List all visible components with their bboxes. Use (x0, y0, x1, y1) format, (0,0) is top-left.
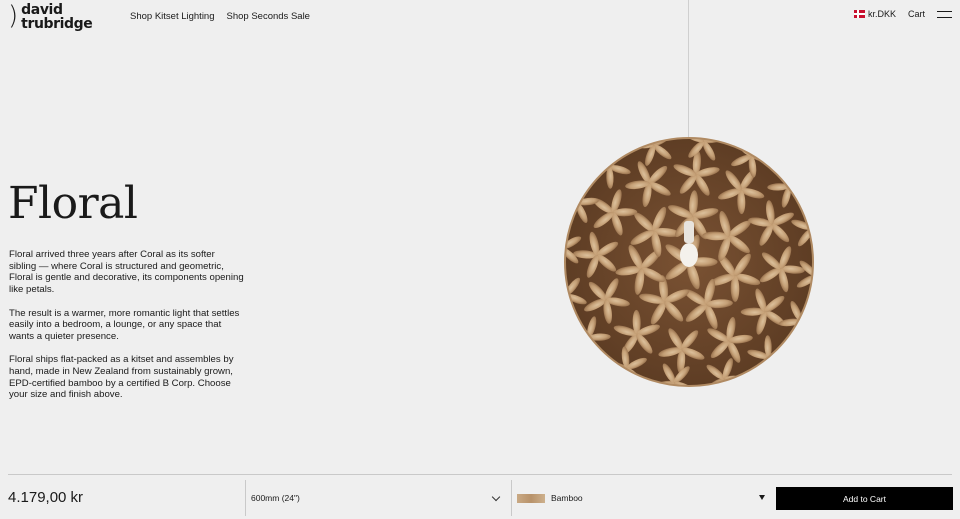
description-paragraph: The result is a warmer, more romantic li… (9, 307, 240, 342)
flag-denmark-icon (853, 10, 865, 18)
lamp-petal (565, 191, 578, 204)
main-nav: Shop Kitset Lighting Shop Seconds Sale (130, 11, 310, 22)
size-select-value: 600mm (24") (251, 493, 300, 503)
size-select[interactable]: 600mm (24") (251, 481, 501, 515)
chevron-down-icon (491, 492, 501, 502)
lamp-petal (813, 275, 815, 298)
caret-down-icon (759, 495, 765, 500)
lamp-cord (688, 0, 689, 137)
currency-label: kr.DKK (867, 9, 896, 19)
logo-text: david trubridge (21, 3, 93, 32)
cart-link[interactable]: Cart (908, 9, 925, 19)
product-description: Floral arrived three years after Coral a… (9, 249, 244, 413)
brand-logo[interactable]: ) david trubridge (8, 1, 93, 33)
product-price: 4.179,00 kr (8, 489, 84, 506)
lamp-petal (571, 337, 590, 352)
logo-mark-icon: ) (8, 1, 19, 31)
finish-select[interactable]: Bamboo (517, 481, 767, 515)
floral-lamp-image (563, 137, 815, 387)
description-paragraph: Floral arrived three years after Coral a… (9, 249, 244, 296)
finish-swatch (517, 493, 545, 503)
lamp-petal (808, 206, 813, 229)
nav-shop-seconds-sale[interactable]: Shop Seconds Sale (227, 11, 310, 22)
add-to-cart-button[interactable]: Add to Cart (776, 487, 953, 510)
lamp-petal (563, 226, 565, 249)
finish-select-value: Bamboo (551, 493, 583, 503)
lamp-petal (565, 295, 570, 318)
separator (245, 480, 246, 516)
description-paragraph: Floral ships flat-packed as a kitset and… (9, 354, 234, 401)
nav-shop-kitset-lighting[interactable]: Shop Kitset Lighting (130, 11, 215, 22)
currency-selector[interactable]: kr.DKK (853, 9, 896, 19)
header-actions: kr.DKK Cart (853, 9, 952, 19)
purchase-bar-divider (8, 474, 952, 475)
logo-line-2: trubridge (21, 16, 93, 32)
menu-icon[interactable] (937, 10, 952, 18)
lamp-petal (788, 172, 807, 187)
product-title: Floral (8, 178, 138, 229)
lamp-petal (800, 320, 813, 333)
lamp-petal (565, 293, 566, 303)
separator (511, 480, 512, 516)
lamp-petal (812, 221, 813, 231)
